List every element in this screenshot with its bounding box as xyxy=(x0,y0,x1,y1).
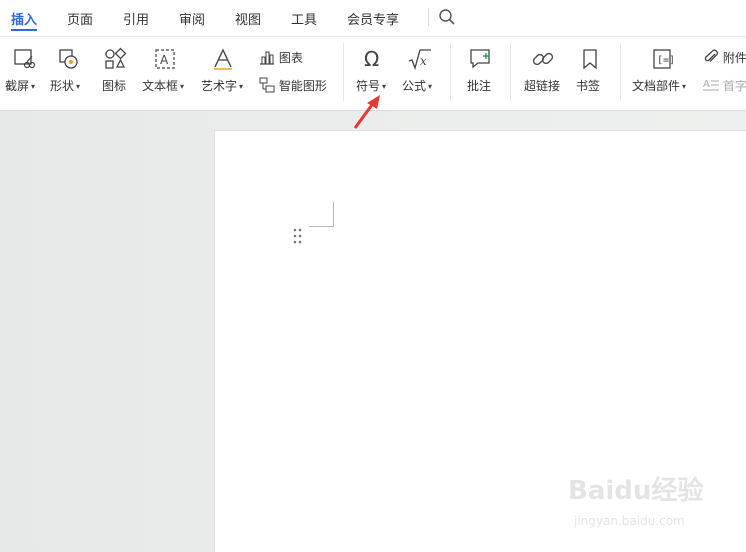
paragraph-corner-mark xyxy=(309,202,334,227)
wordart-button[interactable]: 艺术字 ▾ xyxy=(199,37,249,107)
textbox-label: 文本框 xyxy=(142,79,179,93)
annotation-arrow xyxy=(353,95,380,129)
chevron-down-icon: ▾ xyxy=(180,82,185,91)
baidu-watermark: Baidu经验 jingyan.baidu.com xyxy=(568,470,718,540)
svg-text:Ω: Ω xyxy=(364,47,379,71)
hyperlink-label: 超链接 xyxy=(524,79,561,93)
shape-button[interactable]: 形状 ▾ xyxy=(49,37,89,107)
dropcap-icon: A xyxy=(703,79,719,91)
active-tab-indicator xyxy=(11,29,37,31)
symbol-label: 符号 xyxy=(356,79,381,93)
watermark-logo: Baidu经验 xyxy=(568,476,704,506)
search-icon[interactable] xyxy=(438,8,456,26)
smartart-label: 智能图形 xyxy=(278,79,327,93)
svg-text:A: A xyxy=(160,53,169,67)
group-separator xyxy=(450,43,451,101)
tab-reference[interactable]: 引用 xyxy=(123,9,149,28)
chart-button[interactable]: 图表 xyxy=(259,49,303,66)
group-separator xyxy=(343,43,344,101)
screenshot-button[interactable]: 截屏 ▾ xyxy=(4,37,44,107)
dropcap-label: 首字 xyxy=(722,79,746,93)
group-separator xyxy=(510,43,511,101)
chevron-down-icon: ▾ xyxy=(31,82,36,91)
menu-divider xyxy=(428,8,429,26)
bookmark-label: 书签 xyxy=(576,79,601,93)
smartart-icon xyxy=(259,77,275,93)
formula-icon: x xyxy=(408,49,431,71)
bookmark-icon xyxy=(583,49,597,70)
group-separator xyxy=(620,43,621,101)
link-icon xyxy=(532,52,554,66)
doc-parts-icon: [=] xyxy=(653,49,674,69)
comment-button[interactable]: 批注 xyxy=(464,37,498,107)
tab-member[interactable]: 会员专享 xyxy=(347,9,399,28)
wordart-icon xyxy=(214,48,232,70)
svg-text:[=]: [=] xyxy=(657,55,674,66)
comment-label: 批注 xyxy=(467,79,492,93)
bookmark-button[interactable]: 书签 xyxy=(574,37,606,107)
textbox-icon: A xyxy=(155,49,175,69)
svg-text:x: x xyxy=(420,54,427,68)
screenshot-icon xyxy=(14,49,36,69)
formula-button[interactable]: x 公式 ▾ xyxy=(400,37,440,107)
drag-handle-icon[interactable] xyxy=(293,228,303,244)
chevron-down-icon: ▾ xyxy=(239,82,244,91)
shape-icon xyxy=(59,49,78,69)
watermark-url: jingyan.baidu.com xyxy=(574,514,685,528)
tab-insert[interactable]: 插入 xyxy=(11,9,37,28)
shape-label: 形状 xyxy=(50,79,75,93)
tab-page[interactable]: 页面 xyxy=(67,9,93,28)
dropcap-button[interactable]: A 首字 xyxy=(703,77,746,94)
menu-bar: 插入 页面 引用 审阅 视图 工具 会员专享 xyxy=(0,0,746,37)
screenshot-label: 截屏 xyxy=(5,79,30,93)
textbox-button[interactable]: A 文本框 ▾ xyxy=(141,37,191,107)
svg-text:A: A xyxy=(703,79,710,90)
attachment-button[interactable]: 附件 xyxy=(703,49,746,66)
tab-tools[interactable]: 工具 xyxy=(291,9,317,28)
paperclip-icon xyxy=(704,49,718,62)
formula-label: 公式 xyxy=(402,79,427,93)
comment-icon xyxy=(470,49,490,69)
chart-icon xyxy=(260,51,274,65)
tab-review[interactable]: 审阅 xyxy=(179,9,205,28)
tab-view[interactable]: 视图 xyxy=(235,9,261,28)
chevron-down-icon: ▾ xyxy=(428,82,433,91)
doc-parts-button[interactable]: [=] 文档部件 ▾ xyxy=(631,37,693,107)
omega-icon: Ω xyxy=(364,47,379,71)
wordart-label: 艺术字 xyxy=(201,79,238,93)
chevron-down-icon: ▾ xyxy=(682,82,687,91)
chart-label: 图表 xyxy=(278,51,303,65)
icon-label: 图标 xyxy=(102,79,127,93)
chevron-down-icon: ▾ xyxy=(382,82,387,91)
icon-button[interactable]: 图标 xyxy=(100,37,130,107)
smartart-button[interactable]: 智能图形 xyxy=(259,77,327,94)
doc-parts-label: 文档部件 xyxy=(632,79,681,93)
icons-gallery-icon xyxy=(105,47,127,69)
chevron-down-icon: ▾ xyxy=(76,82,81,91)
hyperlink-button[interactable]: 超链接 xyxy=(522,37,564,107)
attachment-label: 附件 xyxy=(722,51,746,65)
